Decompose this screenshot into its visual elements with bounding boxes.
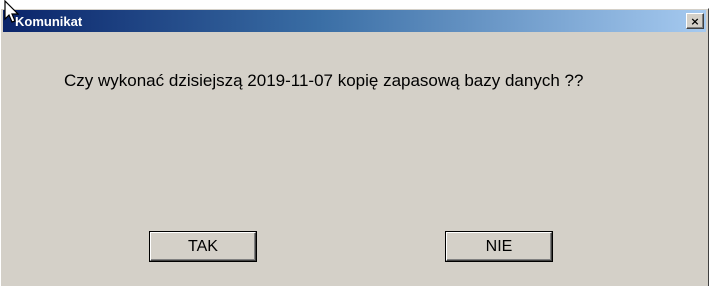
dialog-window: Komunikat × Czy wykonać dzisiejszą 2019-…: [0, 8, 709, 286]
yes-button[interactable]: TAK: [150, 232, 256, 261]
title-bar[interactable]: Komunikat ×: [3, 10, 706, 32]
close-button[interactable]: ×: [686, 13, 704, 29]
close-icon: ×: [690, 14, 700, 28]
mouse-pointer-icon: [4, 0, 20, 23]
dialog-message: Czy wykonać dzisiejszą 2019-11-07 kopię …: [64, 71, 584, 90]
window-title: Komunikat: [15, 13, 83, 29]
no-button[interactable]: NIE: [446, 232, 552, 261]
